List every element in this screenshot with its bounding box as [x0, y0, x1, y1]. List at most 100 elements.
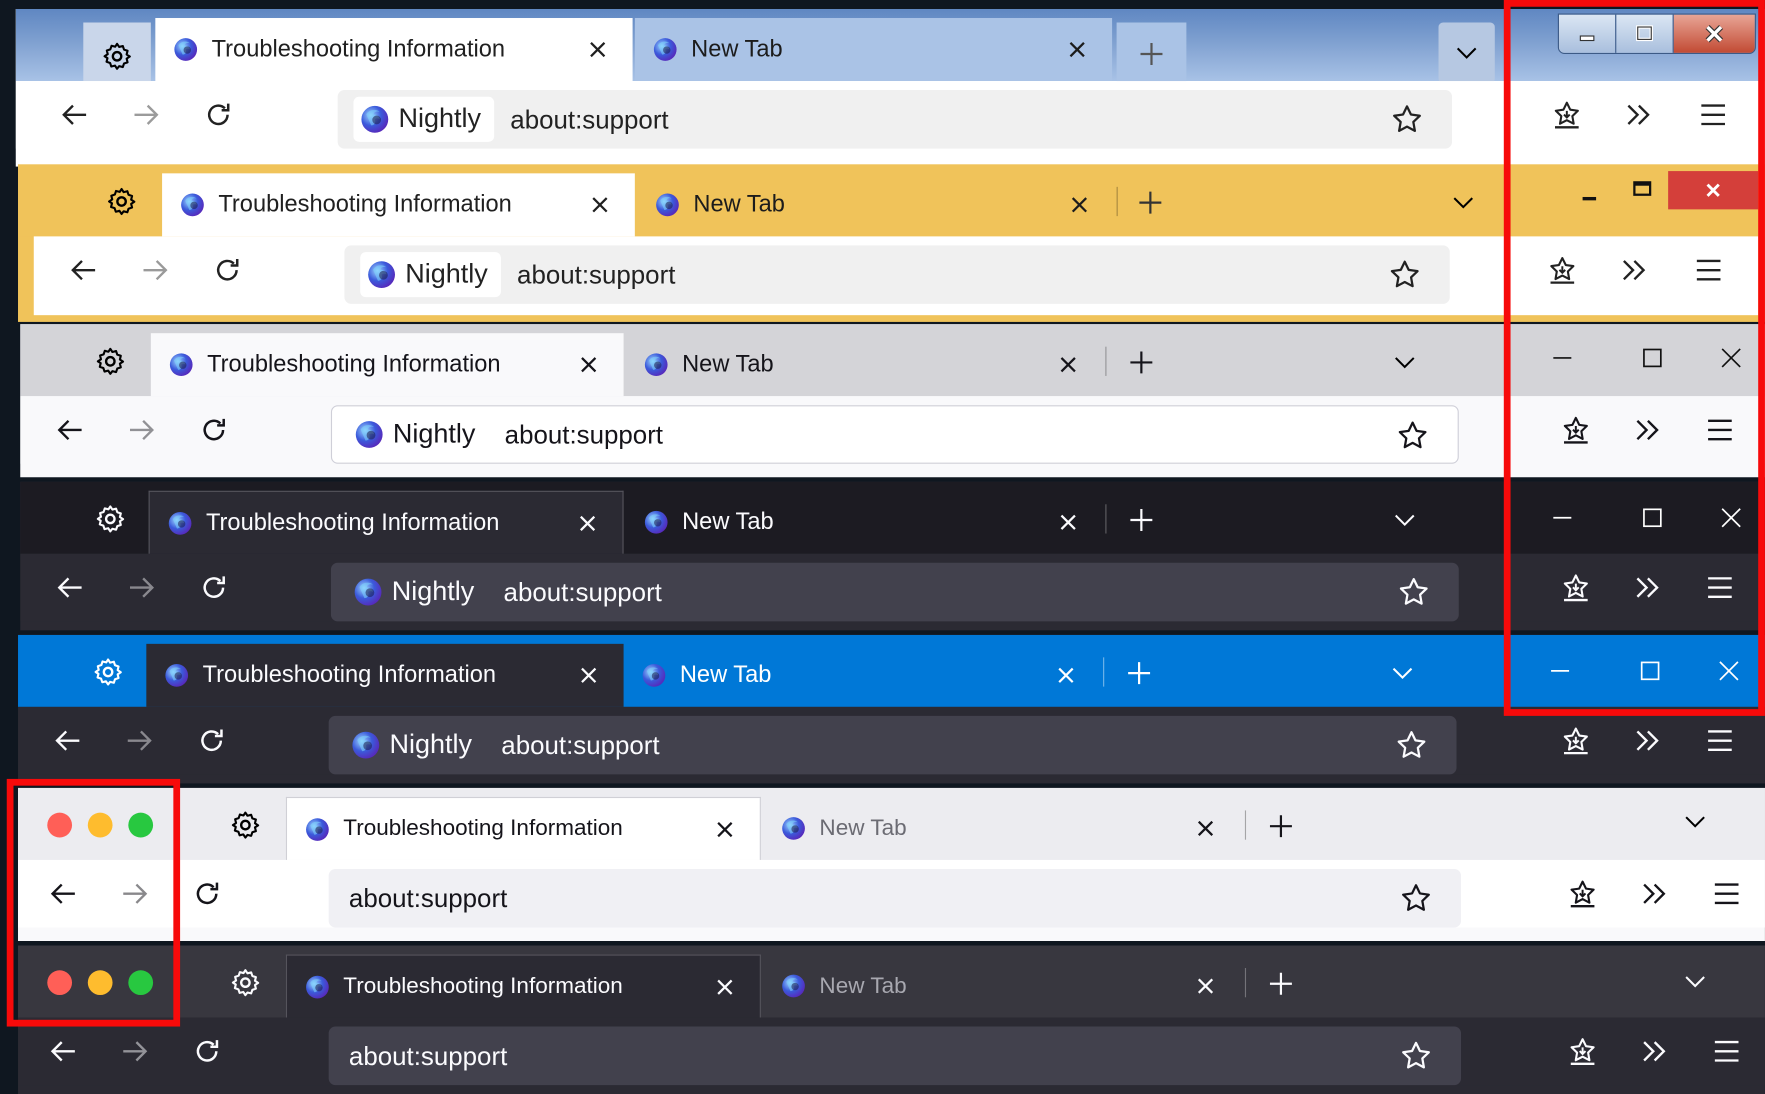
- new-tab-button[interactable]: [1128, 180, 1173, 225]
- menu-button[interactable]: [1702, 869, 1752, 919]
- reload-button[interactable]: [194, 90, 244, 140]
- back-button[interactable]: [45, 563, 95, 613]
- address-text[interactable]: about:support: [344, 1041, 507, 1071]
- back-button[interactable]: [50, 90, 100, 140]
- tab-troubleshooting[interactable]: Troubleshooting Information: [162, 173, 635, 237]
- settings-button[interactable]: [88, 339, 133, 384]
- new-tab-button[interactable]: [1117, 651, 1162, 696]
- new-tab-button[interactable]: [1258, 804, 1303, 849]
- url-bar[interactable]: Nightly about:support: [330, 562, 1459, 622]
- close-icon[interactable]: [572, 658, 606, 692]
- close-icon[interactable]: [1060, 33, 1094, 67]
- bookmark-button[interactable]: [1392, 415, 1433, 456]
- close-icon[interactable]: [571, 506, 605, 540]
- overflow-button[interactable]: [1630, 1027, 1680, 1077]
- back-button[interactable]: [59, 245, 109, 295]
- tab-troubleshooting[interactable]: Troubleshooting Information: [155, 18, 633, 82]
- list-all-tabs-button[interactable]: [1441, 180, 1486, 225]
- close-icon[interactable]: [1063, 188, 1097, 222]
- url-bar[interactable]: Nightly about:support: [330, 405, 1459, 464]
- tab-troubleshooting[interactable]: Troubleshooting Information: [285, 954, 761, 1018]
- settings-button[interactable]: [223, 960, 268, 1005]
- identity-box[interactable]: Nightly: [360, 252, 502, 298]
- forward-button[interactable]: [110, 1027, 160, 1077]
- bookmark-button[interactable]: [1396, 1036, 1437, 1077]
- url-bar[interactable]: about:support: [328, 868, 1462, 928]
- close-icon[interactable]: [708, 970, 742, 1004]
- reload-button[interactable]: [187, 716, 237, 766]
- list-all-tabs-button[interactable]: [1673, 959, 1718, 1004]
- new-tab-button[interactable]: [1119, 340, 1164, 385]
- back-button[interactable]: [43, 716, 93, 766]
- forward-button[interactable]: [131, 245, 181, 295]
- address-text[interactable]: about:support: [517, 259, 675, 289]
- bookmark-button[interactable]: [1384, 254, 1425, 295]
- tab-troubleshooting[interactable]: Troubleshooting Information: [150, 333, 624, 397]
- forward-button[interactable]: [117, 563, 167, 613]
- address-text[interactable]: about:support: [505, 419, 663, 449]
- reload-button[interactable]: [189, 563, 239, 613]
- tab-new-tab[interactable]: New Tab: [634, 18, 1113, 82]
- identity-box[interactable]: Nightly: [348, 412, 489, 457]
- settings-button[interactable]: [83, 22, 151, 91]
- tab-new-tab[interactable]: New Tab: [624, 644, 1101, 707]
- address-text[interactable]: about:support: [344, 883, 507, 913]
- settings-button[interactable]: [88, 496, 133, 541]
- reload-button[interactable]: [182, 869, 232, 919]
- tab-new-tab[interactable]: New Tab: [626, 333, 1103, 396]
- bookmark-button[interactable]: [1387, 99, 1428, 140]
- settings-button[interactable]: [223, 803, 268, 848]
- tab-new-tab[interactable]: New Tab: [626, 491, 1103, 554]
- new-tab-button[interactable]: [1258, 961, 1303, 1006]
- identity-box[interactable]: Nightly: [353, 96, 495, 142]
- url-bar[interactable]: Nightly about:support: [337, 90, 1453, 149]
- tab-troubleshooting[interactable]: Troubleshooting Information: [285, 796, 761, 860]
- menu-button[interactable]: [1695, 716, 1745, 766]
- address-text[interactable]: about:support: [504, 577, 662, 607]
- close-icon[interactable]: [708, 812, 742, 846]
- pocket-button[interactable]: [1558, 869, 1608, 919]
- close-icon[interactable]: [1189, 969, 1223, 1003]
- tab-new-tab[interactable]: New Tab: [637, 173, 1114, 236]
- bookmark-button[interactable]: [1391, 725, 1432, 766]
- url-bar[interactable]: about:support: [328, 1026, 1462, 1086]
- reload-button[interactable]: [203, 245, 253, 295]
- close-icon[interactable]: [1051, 348, 1085, 382]
- close-icon[interactable]: [572, 348, 606, 382]
- close-icon[interactable]: [581, 33, 615, 67]
- tab-troubleshooting[interactable]: Troubleshooting Information: [146, 643, 624, 707]
- list-all-tabs-button[interactable]: [1380, 651, 1425, 696]
- close-icon[interactable]: [1049, 658, 1083, 692]
- close-icon[interactable]: [1051, 505, 1085, 539]
- reload-button[interactable]: [189, 405, 239, 455]
- url-bar[interactable]: Nightly about:support: [344, 245, 1450, 304]
- tab-troubleshooting[interactable]: Troubleshooting Information: [148, 490, 624, 554]
- forward-button[interactable]: [117, 405, 167, 455]
- address-text[interactable]: about:support: [510, 104, 668, 134]
- overflow-button[interactable]: [1623, 716, 1673, 766]
- menu-button[interactable]: [1702, 1027, 1752, 1077]
- identity-box[interactable]: Nightly: [347, 570, 488, 615]
- new-tab-button[interactable]: [1119, 498, 1164, 543]
- overflow-button[interactable]: [1630, 869, 1680, 919]
- list-all-tabs-button[interactable]: [1382, 498, 1427, 543]
- tab-new-tab[interactable]: New Tab: [763, 797, 1240, 860]
- identity-box[interactable]: Nightly: [344, 723, 485, 768]
- settings-button[interactable]: [86, 649, 131, 694]
- close-icon[interactable]: [583, 188, 617, 222]
- bookmark-button[interactable]: [1393, 572, 1434, 613]
- address-text[interactable]: about:support: [501, 730, 659, 760]
- list-all-tabs-button[interactable]: [1382, 340, 1427, 385]
- pocket-button[interactable]: [1551, 716, 1601, 766]
- new-tab-button[interactable]: [1116, 22, 1187, 86]
- url-bar[interactable]: Nightly about:support: [328, 715, 1457, 775]
- reload-button[interactable]: [182, 1027, 232, 1077]
- back-button[interactable]: [45, 405, 95, 455]
- settings-button[interactable]: [99, 179, 144, 224]
- close-icon[interactable]: [1189, 812, 1223, 846]
- pocket-button[interactable]: [1558, 1027, 1608, 1077]
- list-all-tabs-button[interactable]: [1438, 22, 1495, 84]
- tab-new-tab[interactable]: New Tab: [763, 955, 1240, 1018]
- list-all-tabs-button[interactable]: [1673, 799, 1718, 844]
- back-button[interactable]: [38, 1027, 88, 1077]
